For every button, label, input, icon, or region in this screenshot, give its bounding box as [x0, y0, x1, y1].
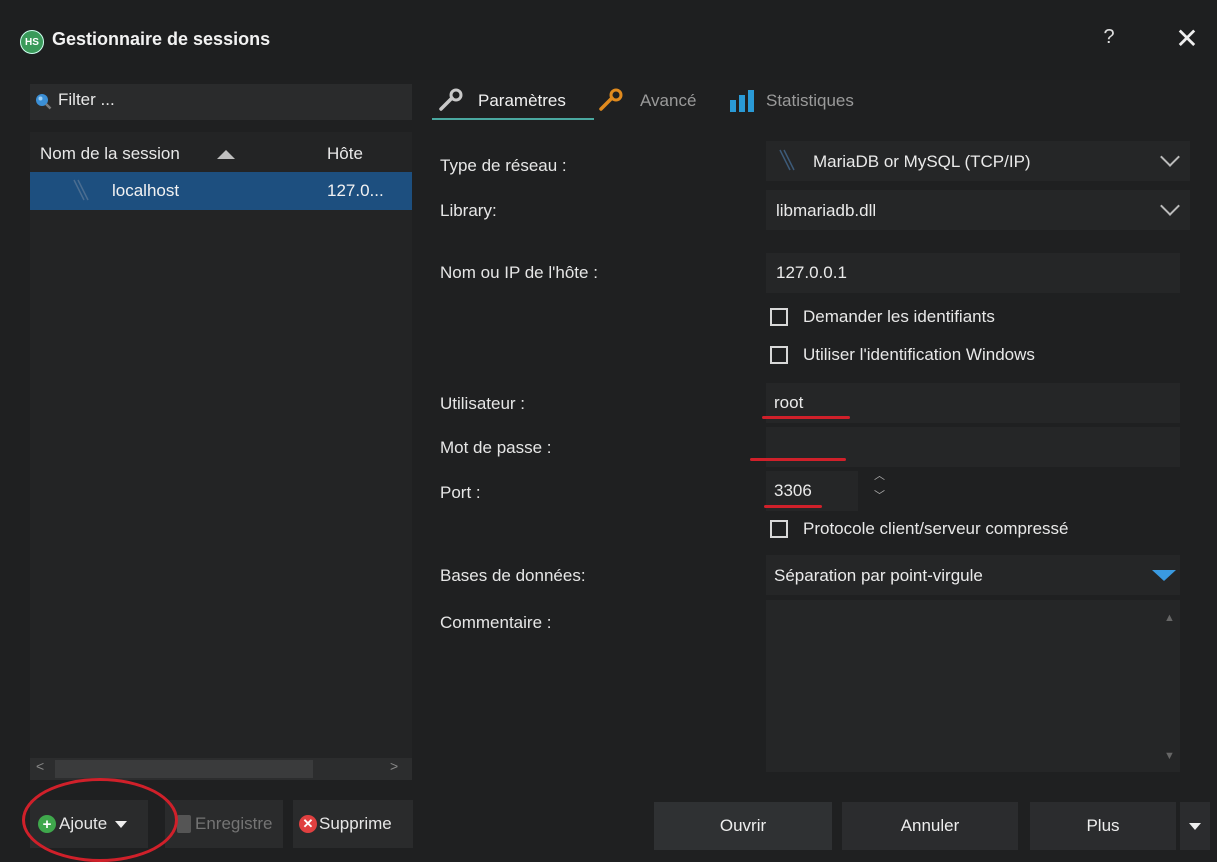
databases-label: Bases de données:	[440, 566, 586, 585]
app-logo-icon: HS	[20, 30, 44, 54]
ask-credentials-checkbox[interactable]	[770, 308, 788, 326]
scroll-right-arrow-icon[interactable]: >	[390, 758, 398, 774]
annotation-underline	[762, 416, 850, 419]
save-button-label: Enregistre	[195, 814, 273, 833]
dolphin-icon	[779, 149, 795, 171]
compressed-protocol-checkbox[interactable]	[770, 520, 788, 538]
annotation-circle	[22, 778, 178, 862]
annotation-underline	[750, 458, 846, 461]
annotation-underline	[764, 505, 822, 508]
tab-parametres[interactable]: Paramètres	[478, 91, 566, 111]
scroll-down-arrow-icon[interactable]: ▼	[1164, 750, 1175, 762]
open-button[interactable]: Ouvrir	[654, 802, 832, 850]
window-title: Gestionnaire de sessions	[52, 29, 271, 49]
ask-credentials-label: Demander les identifiants	[803, 307, 995, 326]
tab-avance[interactable]: Avancé	[640, 91, 696, 111]
windows-auth-checkbox[interactable]	[770, 346, 788, 364]
more-dropdown-button[interactable]	[1180, 802, 1210, 850]
save-session-button[interactable]: Enregistre	[165, 800, 283, 848]
bar-chart-icon	[730, 90, 754, 112]
library-label: Library:	[440, 201, 497, 220]
scroll-up-arrow-icon[interactable]: ▲	[1164, 612, 1175, 624]
active-tab-indicator	[432, 118, 594, 120]
delete-icon: ✕	[299, 815, 317, 833]
sort-ascending-icon	[217, 150, 235, 159]
host-value: 127.0.0.1	[776, 263, 847, 282]
windows-auth-label: Utiliser l'identification Windows	[803, 345, 1035, 364]
column-header-session-name[interactable]: Nom de la session	[40, 144, 180, 164]
search-icon	[36, 94, 52, 110]
port-spinner-down-icon[interactable]: ﹀	[874, 490, 885, 502]
column-header-host[interactable]: Hôte	[327, 144, 363, 164]
network-type-label: Type de réseau :	[440, 156, 567, 175]
chevron-down-icon	[1189, 822, 1201, 830]
session-name: localhost	[112, 181, 180, 200]
port-label: Port :	[440, 483, 481, 502]
dolphin-icon	[73, 179, 89, 201]
password-input[interactable]	[766, 427, 1180, 467]
network-type-value: MariaDB or MySQL (TCP/IP)	[813, 152, 1031, 171]
more-button[interactable]: Plus	[1030, 802, 1176, 850]
port-spinner-up-icon[interactable]: ︿	[874, 470, 885, 482]
comment-textarea[interactable]	[766, 600, 1180, 772]
scroll-left-arrow-icon[interactable]: <	[36, 758, 44, 774]
port-value: 3306	[774, 481, 812, 500]
delete-session-button[interactable]: ✕ Supprime	[293, 800, 413, 848]
cancel-button[interactable]: Annuler	[842, 802, 1018, 850]
user-value: root	[774, 393, 804, 412]
compressed-protocol-label: Protocole client/serveur compressé	[803, 519, 1069, 538]
tab-statistiques[interactable]: Statistiques	[766, 91, 854, 111]
comment-label: Commentaire :	[440, 613, 552, 632]
dropdown-arrow-icon[interactable]	[1152, 570, 1176, 581]
scrollbar-thumb[interactable]	[55, 760, 313, 778]
session-host: 127.0...	[327, 181, 384, 200]
user-label: Utilisateur :	[440, 394, 526, 413]
delete-button-label: Supprime	[319, 814, 392, 833]
wrench-icon	[439, 88, 463, 111]
host-label: Nom ou IP de l'hôte :	[440, 263, 598, 282]
wrench-orange-icon	[599, 88, 623, 111]
session-list[interactable]	[30, 132, 412, 780]
save-icon	[177, 815, 191, 833]
databases-value: Séparation par point-virgule	[774, 566, 983, 585]
filter-placeholder: Filter ...	[58, 90, 115, 109]
library-value: libmariadb.dll	[776, 201, 877, 220]
close-button[interactable]: ✕	[1170, 22, 1204, 56]
password-label: Mot de passe :	[440, 438, 552, 457]
help-button[interactable]: ?	[1097, 26, 1121, 54]
